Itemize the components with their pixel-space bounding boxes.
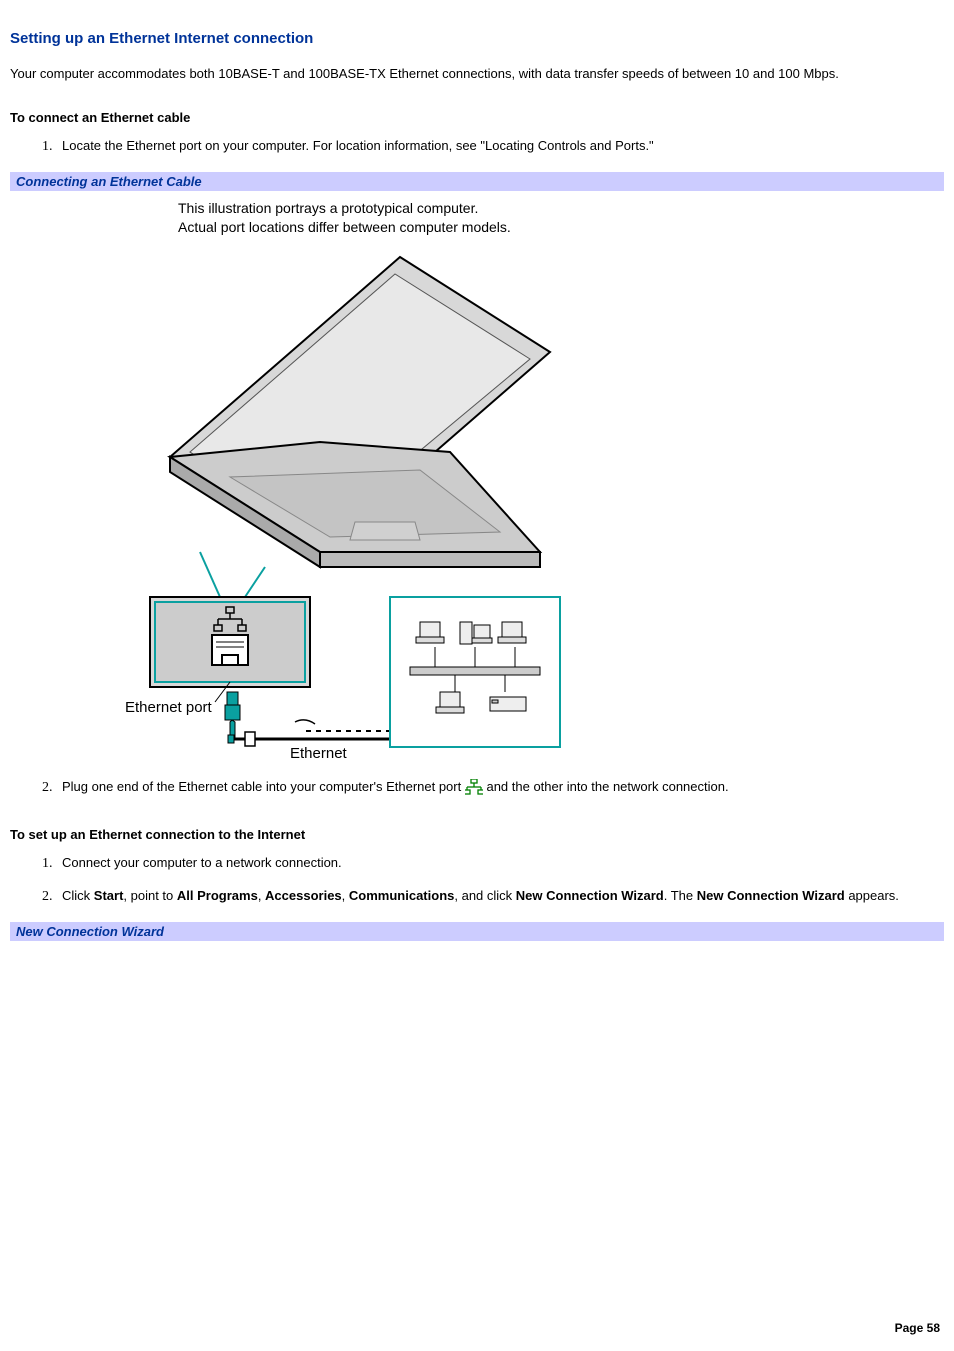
figure-note: This illustration portrays a prototypica… xyxy=(178,199,944,237)
steps-connect-cable: Locate the Ethernet port on your compute… xyxy=(10,137,944,156)
text-fragment: , and click xyxy=(454,888,515,903)
list-item: Locate the Ethernet port on your compute… xyxy=(56,137,944,156)
text-fragment: , point to xyxy=(123,888,176,903)
list-item: Connect your computer to a network conne… xyxy=(56,854,944,873)
bold-text: New Connection Wizard xyxy=(697,888,845,903)
bold-text: Start xyxy=(94,888,124,903)
list-item: Plug one end of the Ethernet cable into … xyxy=(56,778,944,801)
figure-caption-new-connection-wizard: New Connection Wizard xyxy=(10,922,944,941)
step-text: Connect your computer to a network conne… xyxy=(62,855,342,870)
figure-note-line: This illustration portrays a prototypica… xyxy=(178,200,478,216)
text-fragment: and the other into the network connectio… xyxy=(486,779,728,794)
figure-caption-connecting-cable: Connecting an Ethernet Cable xyxy=(10,172,944,191)
ethernet-port-icon xyxy=(465,779,483,801)
figure-connecting-ethernet-cable: This illustration portrays a prototypica… xyxy=(10,199,944,763)
text-fragment: Plug one end of the Ethernet cable into … xyxy=(62,779,465,794)
subsection-heading-connect-cable: To connect an Ethernet cable xyxy=(10,110,944,125)
bold-text: All Programs xyxy=(177,888,258,903)
label-ethernet-port: Ethernet port xyxy=(125,699,213,716)
figure-note-line: Actual port locations differ between com… xyxy=(178,219,511,235)
intro-paragraph: Your computer accommodates both 10BASE-T… xyxy=(10,65,944,84)
label-ethernet-cable-1: Ethernet xyxy=(290,745,348,762)
page-number: Page 58 xyxy=(895,1321,940,1335)
step-text: Locate the Ethernet port on your compute… xyxy=(62,138,654,153)
document-page: Setting up an Ethernet Internet connecti… xyxy=(0,0,954,1351)
bold-text: Communications xyxy=(349,888,454,903)
text-fragment: appears. xyxy=(845,888,899,903)
text-fragment: . The xyxy=(664,888,697,903)
step-text: Click Start, point to All Programs, Acce… xyxy=(62,888,899,903)
text-fragment: Click xyxy=(62,888,94,903)
illustration-laptop-ethernet: Ethernet port Ethernet cable xyxy=(90,242,570,762)
section-title: Setting up an Ethernet Internet connecti… xyxy=(10,30,944,47)
text-fragment: , xyxy=(342,888,349,903)
bold-text: New Connection Wizard xyxy=(516,888,664,903)
step-text: Plug one end of the Ethernet cable into … xyxy=(62,779,729,794)
text-fragment: , xyxy=(258,888,265,903)
list-item: Click Start, point to All Programs, Acce… xyxy=(56,887,944,906)
bold-text: Accessories xyxy=(265,888,342,903)
steps-connect-cable-continued: Plug one end of the Ethernet cable into … xyxy=(10,778,944,801)
steps-setup-internet: Connect your computer to a network conne… xyxy=(10,854,944,906)
subsection-heading-setup-internet: To set up an Ethernet connection to the … xyxy=(10,827,944,842)
